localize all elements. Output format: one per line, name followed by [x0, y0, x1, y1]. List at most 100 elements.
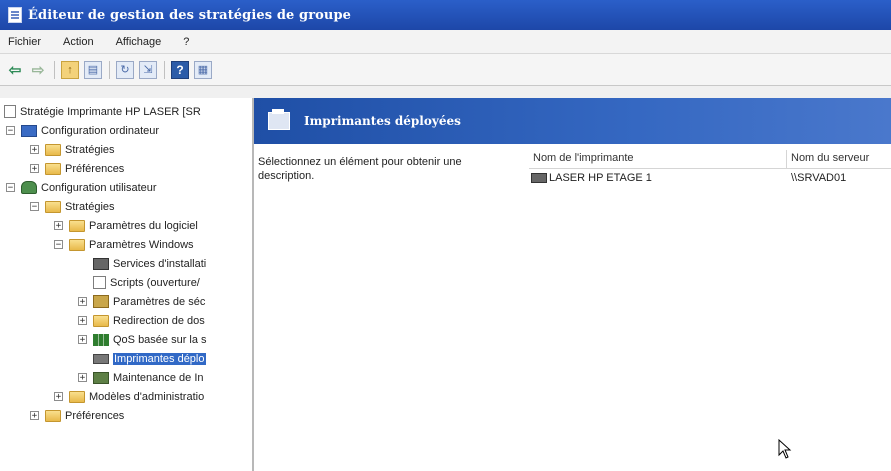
tree-item-label: Configuration ordinateur [41, 124, 160, 137]
tree-item-parametres-windows[interactable]: − Paramètres Windows [0, 235, 252, 254]
description-text: Sélectionnez un élément pour obtenir une… [258, 156, 462, 182]
forward-icon[interactable]: ⇨ [29, 61, 47, 79]
expand-toggle[interactable]: + [30, 145, 39, 155]
maintenance-icon [93, 371, 109, 384]
expand-toggle[interactable]: + [54, 221, 63, 231]
mouse-cursor-icon [778, 439, 792, 459]
folder-icon [45, 143, 61, 156]
main-area: Stratégie Imprimante HP LASER [SR − Conf… [0, 98, 891, 471]
toolbar-separator [164, 60, 165, 79]
tree-item-scripts[interactable]: Scripts (ouverture/ [0, 273, 252, 292]
tree-item-label: Scripts (ouverture/ [110, 276, 200, 289]
table-row[interactable]: LASER HP ETAGE 1 \\SRVAD01 [529, 169, 891, 187]
collapse-toggle[interactable]: − [6, 126, 15, 136]
folder-icon [69, 390, 85, 403]
printer-icon [268, 109, 290, 130]
folder-icon [69, 219, 85, 232]
column-header-printer-name[interactable]: Nom de l'imprimante [529, 150, 787, 168]
menu-affichage[interactable]: Affichage [116, 36, 162, 48]
cell-printer-name: LASER HP ETAGE 1 [529, 172, 787, 184]
show-hide-tree-icon[interactable]: ▤ [84, 60, 102, 79]
policy-editor-icon [8, 7, 22, 23]
tree-item-parametres-logiciel[interactable]: + Paramètres du logiciel [0, 216, 252, 235]
expand-toggle[interactable]: + [78, 316, 87, 326]
menu-action[interactable]: Action [63, 36, 94, 48]
tree-item-label: Paramètres du logiciel [89, 219, 198, 232]
column-header-server-name[interactable]: Nom du serveur [787, 150, 891, 168]
tree-item-preferences-utilisateur[interactable]: + Préférences [0, 406, 252, 425]
expand-toggle[interactable]: + [78, 335, 87, 345]
tree-item-label: Stratégies [65, 200, 115, 213]
tree-item-label: Configuration utilisateur [41, 181, 157, 194]
toolbar: ⇦ ⇨ ↑ ▤ ↻ ⇲ ? ▦ [0, 54, 891, 86]
details-pane: Imprimantes déployées Sélectionnez un él… [254, 98, 891, 471]
collapse-toggle[interactable]: − [6, 183, 15, 193]
tree-item-label-selected: Imprimantes déplo [113, 352, 206, 365]
title-bar: Éditeur de gestion des stratégies de gro… [0, 0, 891, 30]
chart-icon [93, 333, 109, 346]
expand-toggle[interactable]: + [30, 411, 39, 421]
details-title: Imprimantes déployées [304, 114, 461, 128]
tree-item-label: Redirection de dos [113, 314, 205, 327]
tree-item-imprimantes-deployees[interactable]: Imprimantes déplo [0, 349, 252, 368]
window-title: Éditeur de gestion des stratégies de gro… [28, 7, 352, 23]
tree-item-label: Paramètres Windows [89, 238, 194, 251]
back-icon[interactable]: ⇦ [6, 61, 24, 79]
tree-item-preferences-ordinateur[interactable]: + Préférences [0, 159, 252, 178]
folder-icon [45, 409, 61, 422]
collapse-toggle[interactable]: − [30, 202, 39, 212]
collapse-toggle[interactable]: − [54, 240, 63, 250]
printer-icon [531, 173, 547, 183]
expand-toggle[interactable]: + [78, 297, 87, 307]
folder-icon [93, 314, 109, 327]
tree-item-services-installation[interactable]: Services d'installati [0, 254, 252, 273]
folder-icon [69, 238, 85, 251]
tree-item-maintenance-ie[interactable]: + Maintenance de In [0, 368, 252, 387]
export-list-icon[interactable]: ⇲ [139, 60, 157, 79]
menu-bar: Fichier Action Affichage ? [0, 30, 891, 54]
script-icon [93, 276, 106, 289]
printers-table: Nom de l'imprimante Nom du serveur LASER… [529, 150, 891, 187]
expand-toggle[interactable]: + [78, 373, 87, 383]
tree-item-redirection-dossiers[interactable]: + Redirection de dos [0, 311, 252, 330]
toolbar-separator [109, 60, 110, 79]
expand-toggle[interactable]: + [30, 164, 39, 174]
printer-icon [93, 353, 109, 364]
tree-item-label: Services d'installati [113, 257, 207, 270]
up-folder-icon[interactable]: ↑ [61, 60, 79, 79]
tree-root-label: Stratégie Imprimante HP LASER [SR [20, 105, 201, 118]
tree-item-label: Modèles d'administratio [89, 390, 205, 403]
table-header: Nom de l'imprimante Nom du serveur [529, 150, 891, 169]
help-icon[interactable]: ? [171, 60, 189, 79]
cell-server-name: \\SRVAD01 [791, 172, 847, 184]
details-header: Imprimantes déployées [254, 98, 891, 144]
policy-document-icon [4, 105, 16, 118]
tree-item-label: Stratégies [65, 143, 115, 156]
tree-item-modeles-administration[interactable]: + Modèles d'administratio [0, 387, 252, 406]
tree-item-label: Préférences [65, 409, 125, 422]
network-icon [93, 257, 109, 270]
menu-fichier[interactable]: Fichier [8, 36, 41, 48]
tree-item-label: Préférences [65, 162, 125, 175]
tree-item-configuration-utilisateur[interactable]: − Configuration utilisateur [0, 178, 252, 197]
tree-item-label: QoS basée sur la s [113, 333, 207, 346]
folder-icon [45, 200, 61, 213]
expand-toggle[interactable]: + [54, 392, 63, 402]
tree-item-label: Maintenance de In [113, 371, 204, 384]
refresh-icon[interactable]: ↻ [116, 60, 134, 79]
printer-name: LASER HP ETAGE 1 [549, 172, 652, 184]
tree-item-strategies-ordinateur[interactable]: + Stratégies [0, 140, 252, 159]
toolbar-separator [54, 60, 55, 79]
computer-icon [21, 124, 37, 137]
properties-icon[interactable]: ▦ [194, 60, 212, 79]
tree-item-strategies-utilisateur[interactable]: − Stratégies [0, 197, 252, 216]
tree-item-parametres-securite[interactable]: + Paramètres de séc [0, 292, 252, 311]
user-icon [21, 181, 37, 194]
tree-item-configuration-ordinateur[interactable]: − Configuration ordinateur [0, 121, 252, 140]
menu-help[interactable]: ? [183, 36, 189, 48]
tree-item-qos[interactable]: + QoS basée sur la s [0, 330, 252, 349]
tree-root[interactable]: Stratégie Imprimante HP LASER [SR [0, 102, 252, 121]
folder-icon [45, 162, 61, 175]
tree-item-label: Paramètres de séc [113, 295, 206, 308]
console-tree[interactable]: Stratégie Imprimante HP LASER [SR − Conf… [0, 98, 254, 471]
